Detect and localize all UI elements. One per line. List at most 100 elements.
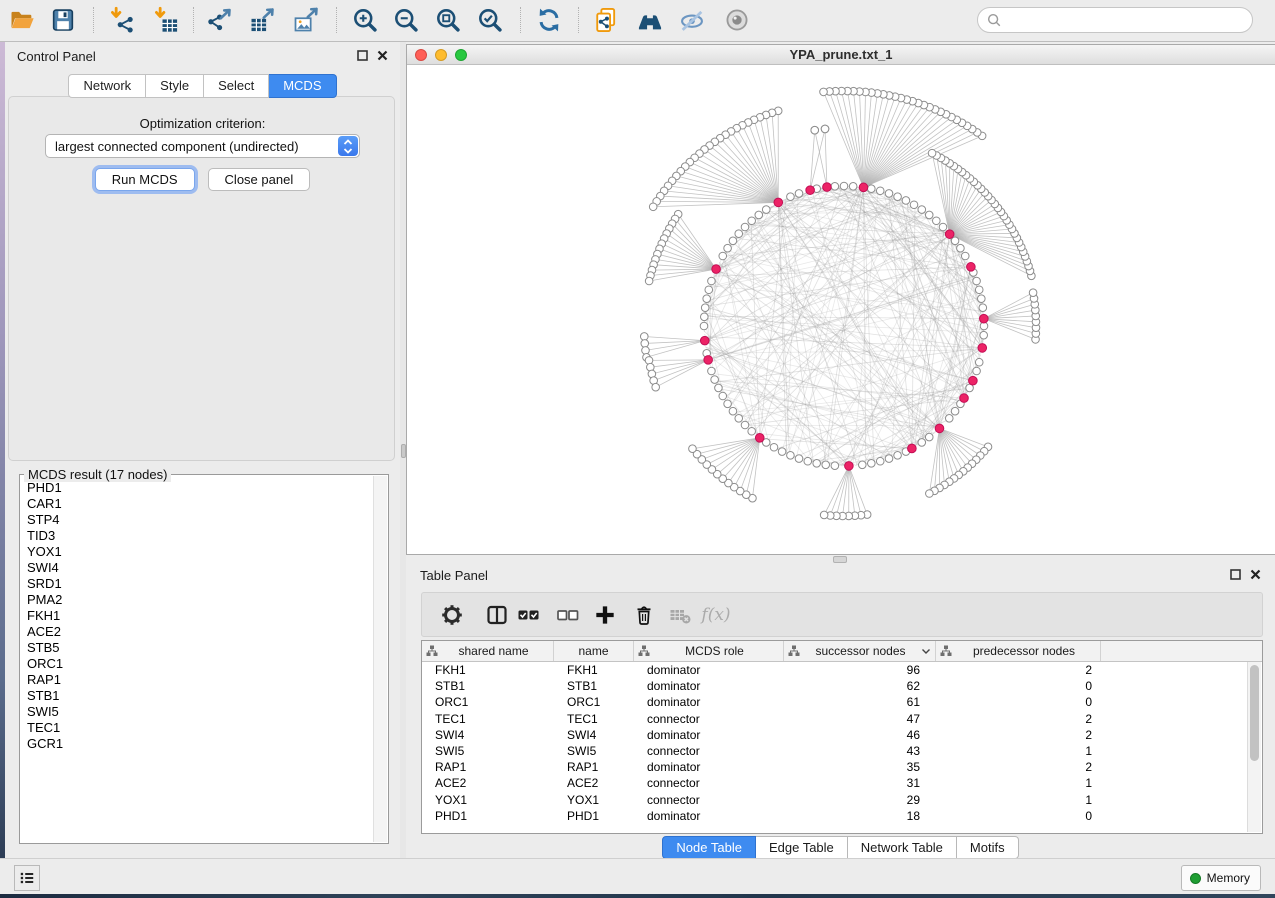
graph-node[interactable] [926,490,934,498]
graph-node[interactable] [755,211,763,219]
refresh-layout-button[interactable] [534,5,564,35]
graph-node[interactable] [787,452,795,460]
graph-node[interactable] [928,149,936,157]
graph-node[interactable] [822,461,830,469]
mcds-result-item[interactable]: YOX1 [21,544,374,560]
zoom-selected-button[interactable] [475,5,505,35]
table-row[interactable]: STB1STB1dominator620 [422,678,1262,694]
graph-node[interactable] [711,376,719,384]
graph-node[interactable] [708,367,716,375]
graph-hub-node[interactable] [935,424,944,433]
graph-node[interactable] [951,407,959,415]
tab-network[interactable]: Network [68,74,146,98]
graph-node[interactable] [741,223,749,231]
table-row[interactable]: TEC1TEC1connector472 [422,711,1262,727]
tab-style[interactable]: Style [146,74,204,98]
function-builder-button[interactable]: f(x) [703,602,729,628]
zoom-out-button[interactable] [391,5,421,35]
graph-node[interactable] [804,457,812,465]
graph-node[interactable] [795,455,803,463]
graph-hub-node[interactable] [969,376,978,385]
close-table-panel-icon[interactable] [1250,569,1261,580]
graph-node[interactable] [885,190,893,198]
table-settings-button[interactable] [439,602,465,628]
graph-node[interactable] [820,511,828,519]
export-table-button[interactable] [247,5,277,35]
column-header-successor-nodes[interactable]: successor nodes [784,641,936,661]
table-row[interactable]: PHD1PHD1dominator180 [422,808,1262,824]
graph-node[interactable] [689,445,697,453]
graph-node[interactable] [840,182,848,190]
delete-table-button[interactable] [667,602,693,628]
graph-hub-node[interactable] [823,183,832,192]
graph-node[interactable] [778,448,786,456]
graph-node[interactable] [795,190,803,198]
run-mcds-button[interactable]: Run MCDS [95,168,195,191]
graph-hub-node[interactable] [704,356,713,365]
table-row[interactable]: ORC1ORC1dominator610 [422,694,1262,710]
graph-node[interactable] [642,347,650,355]
mcds-result-item[interactable]: STB5 [21,640,374,656]
graph-node[interactable] [858,461,866,469]
graph-node[interactable] [724,400,732,408]
tab-edge-table[interactable]: Edge Table [756,836,848,859]
graph-node[interactable] [925,211,933,219]
graph-node[interactable] [811,126,819,134]
column-header-name[interactable]: name [554,641,634,661]
graph-node[interactable] [939,223,947,231]
graph-hub-node[interactable] [712,265,721,274]
graph-node[interactable] [868,460,876,468]
graph-node[interactable] [729,237,737,245]
graph-hub-node[interactable] [806,186,815,195]
import-table-button[interactable] [151,5,181,35]
deselect-all-button[interactable] [555,602,581,628]
graph-node[interactable] [813,460,821,468]
float-panel-icon[interactable] [357,50,368,61]
graph-node[interactable] [700,322,708,330]
graph-node[interactable] [951,237,959,245]
mcds-result-item[interactable]: ORC1 [21,656,374,672]
table-scrollbar[interactable] [1247,662,1261,832]
graph-node[interactable] [735,230,743,238]
graph-node[interactable] [724,244,732,252]
graph-node[interactable] [708,277,716,285]
table-row[interactable]: YOX1YOX1connector291 [422,792,1262,808]
save-session-button[interactable] [48,5,78,35]
graph-node[interactable] [849,182,857,190]
import-network-button[interactable] [107,5,137,35]
mcds-result-item[interactable]: SRD1 [21,576,374,592]
graph-node[interactable] [980,331,988,339]
graph-node[interactable] [894,452,902,460]
graph-node[interactable] [652,383,660,391]
graph-node[interactable] [820,88,828,96]
open-session-button[interactable] [7,5,37,35]
graph-node[interactable] [703,295,711,303]
graph-node[interactable] [705,286,713,294]
network-canvas[interactable] [407,64,1274,554]
graph-node[interactable] [978,295,986,303]
graph-node[interactable] [945,415,953,423]
graph-node[interactable] [902,197,910,205]
clone-network-button[interactable] [591,5,621,35]
graph-hub-node[interactable] [859,183,868,192]
mcds-result-item[interactable]: GCR1 [21,736,374,752]
close-panel-button[interactable]: Close panel [208,168,311,191]
graph-node[interactable] [973,277,981,285]
graph-node[interactable] [735,415,743,423]
graph-node[interactable] [649,203,657,211]
tab-network-table[interactable]: Network Table [848,836,957,859]
graph-hub-node[interactable] [774,198,783,207]
mcds-result-item[interactable]: TEC1 [21,720,374,736]
graph-node[interactable] [961,252,969,260]
select-all-button[interactable] [516,602,542,628]
table-row[interactable]: RAP1RAP1dominator352 [422,759,1262,775]
graph-hub-node[interactable] [967,263,976,272]
tab-select[interactable]: Select [204,74,269,98]
graph-node[interactable] [748,217,756,225]
export-network-button[interactable] [204,5,234,35]
graph-node[interactable] [933,217,941,225]
graph-node[interactable] [641,340,649,348]
graph-hub-node[interactable] [755,434,764,443]
add-column-button[interactable] [592,602,618,628]
column-header-predecessor-nodes[interactable]: predecessor nodes [936,641,1101,661]
